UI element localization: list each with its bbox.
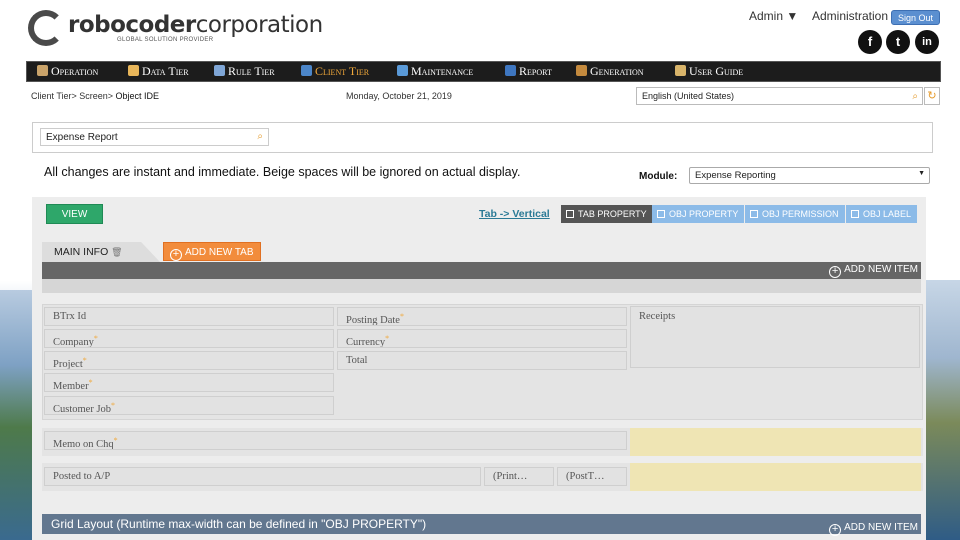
generation-icon [576,65,587,76]
section-header-bar: + ADD NEW ITEM [42,262,921,279]
client-tier-icon [301,65,312,76]
view-button[interactable]: VIEW [46,204,103,224]
obj-property-button[interactable]: OBJ PROPERTY [652,205,745,223]
grid-layout-title: Grid Layout (Runtime max-width can be de… [51,517,427,531]
required-marker: * [93,334,98,343]
nav-item-maintenance[interactable]: Maintenance [397,62,473,81]
breadcrumb-path[interactable]: Client Tier> Screen> [31,91,116,101]
nav-item-report[interactable]: Report [505,62,552,81]
tab-vertical-link[interactable]: Tab -> Vertical [479,208,550,220]
obj-label-button[interactable]: OBJ LABEL [846,205,918,223]
field-postt[interactable]: (PostT… [557,467,627,486]
language-input[interactable]: English (United States) ⌕ [636,87,923,105]
required-marker: * [385,334,390,343]
screen-search-input[interactable]: Expense Report ⌕ [40,128,269,146]
logo-tagline: GLOBAL SOLUTION PROVIDER [117,37,214,43]
facebook-icon[interactable]: f [858,30,882,54]
edit-icon [566,210,574,218]
obj-permission-button[interactable]: OBJ PERMISSION [745,205,845,223]
required-marker: * [399,312,404,321]
field-total[interactable]: Total [337,351,627,370]
sign-out-button[interactable]: Sign Out [891,10,941,25]
field-posting-date[interactable]: Posting Date* [337,307,627,326]
twitter-icon[interactable]: t [886,30,910,54]
refresh-icon[interactable]: ↻ [924,87,940,105]
required-marker: * [113,436,118,445]
nav-item-client-tier[interactable]: Client Tier [301,62,369,81]
grid-layout-header: Grid Layout (Runtime max-width can be de… [42,514,921,536]
current-date: Monday, October 21, 2019 [346,91,452,101]
background-earth-left [0,290,34,540]
field-btrx-id[interactable]: BTrx Id [44,307,334,326]
field-currency[interactable]: Currency* [337,329,627,348]
nav-item-generation[interactable]: Generation [576,62,644,81]
chevron-down-icon: ▼ [918,170,925,177]
required-marker: * [88,378,93,387]
search-icon[interactable]: ⌕ [912,91,918,102]
trash-icon[interactable]: 🗑 [111,247,122,257]
beige-spacer[interactable] [630,463,921,491]
nav-item-data-tier[interactable]: Data Tier [128,62,189,81]
linkedin-icon[interactable]: in [915,30,939,54]
background-earth-right [926,280,960,540]
logo-mark [28,10,64,46]
edit-icon [851,210,859,218]
administration-link[interactable]: Administration [812,9,888,23]
plus-circle-icon: + [829,266,842,278]
tab-main-info[interactable]: MAIN INFO 🗑 [42,242,160,262]
plus-circle-icon: + [170,249,182,261]
plus-circle-icon: + [829,524,842,536]
report-icon [505,65,516,76]
company-logo[interactable]: robocodercorporation GLOBAL SOLUTION PRO… [28,8,323,48]
required-marker: * [111,401,116,410]
notice-text: All changes are instant and immediate. B… [44,165,521,179]
breadcrumb: Client Tier> Screen> Object IDE [31,91,159,101]
add-new-item-button[interactable]: + ADD NEW ITEM [829,264,918,278]
logo-text: robocodercorporation [68,12,323,38]
rule-tier-icon [214,65,225,76]
add-new-tab-button[interactable]: + ADD NEW TAB [163,242,261,261]
beige-spacer[interactable] [630,428,921,456]
user-guide-icon [675,65,686,76]
field-print[interactable]: (Print… [484,467,554,486]
maintenance-icon [397,65,408,76]
tab-property-button[interactable]: TAB PROPERTY [561,205,653,223]
field-project[interactable]: Project* [44,351,334,370]
nav-item-rule-tier[interactable]: Rule Tier [214,62,275,81]
required-marker: * [82,356,87,365]
admin-menu[interactable]: Admin ▼ [749,9,798,23]
field-company[interactable]: Company* [44,329,334,348]
module-label: Module: [639,171,678,182]
breadcrumb-current: Object IDE [115,91,160,101]
search-icon[interactable]: ⌕ [257,131,263,142]
field-posted-to-ap[interactable]: Posted to A/P [44,467,481,486]
edit-icon [657,210,665,218]
data-tier-icon [128,65,139,76]
operation-icon [37,65,48,76]
grid-add-new-item-button[interactable]: + ADD NEW ITEM [829,518,918,538]
edit-icon [750,210,758,218]
field-receipts[interactable]: Receipts [630,306,920,368]
module-select[interactable]: Expense Reporting ▼ [689,167,930,184]
field-memo-on-chq[interactable]: Memo on Chq* [44,431,627,450]
nav-item-user-guide[interactable]: User Guide [675,62,743,81]
main-nav: Operation Data Tier Rule Tier Client Tie… [26,61,941,82]
field-member[interactable]: Member* [44,373,334,392]
nav-item-operation[interactable]: Operation [37,62,98,81]
section-subheader [42,279,921,293]
field-customer-job[interactable]: Customer Job* [44,396,334,415]
